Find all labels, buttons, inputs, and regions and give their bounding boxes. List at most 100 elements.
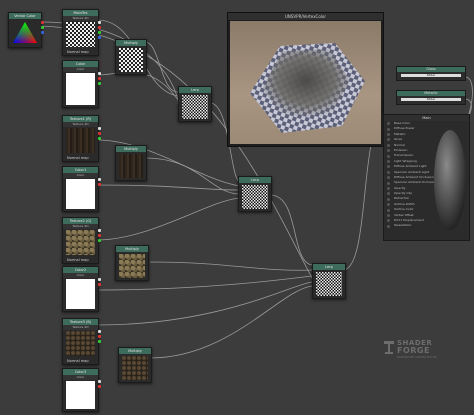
input-socket[interactable] [387, 208, 390, 212]
input-socket[interactable] [387, 192, 390, 196]
metallic-property-node[interactable]: Metallic Slider [396, 90, 466, 105]
output-socket[interactable] [41, 26, 44, 29]
input-socket[interactable] [387, 219, 390, 223]
color-g-node[interactable]: Color2 Color [62, 266, 101, 312]
main-input-label: Refraction [394, 196, 410, 201]
node-subtitle: Texture 2D [63, 325, 98, 330]
output-socket[interactable] [98, 72, 101, 75]
input-socket[interactable] [387, 203, 390, 207]
main-input-label: Emission [394, 147, 408, 152]
output-socket[interactable] [98, 132, 101, 135]
input-socket[interactable] [387, 133, 390, 137]
color-swatch[interactable] [66, 179, 95, 209]
input-socket[interactable] [387, 154, 390, 158]
main-input-label: Opacity Clip [394, 191, 413, 196]
preview-panel[interactable]: UNSVPR/VertexColor [227, 12, 384, 147]
output-socket[interactable] [98, 385, 101, 388]
color-swatch[interactable] [66, 279, 95, 309]
texture-g-node[interactable]: Texture2 (G) Texture 2D Normal map [62, 217, 101, 264]
multiply-node[interactable]: Multiply [115, 39, 147, 75]
main-output-node[interactable]: Main Base Color Diffuse Power Metallic Glos… [383, 114, 470, 241]
node-subtitle: Color [63, 67, 98, 72]
output-socket[interactable] [98, 239, 101, 242]
output-socket[interactable] [98, 77, 101, 80]
output-socket[interactable] [98, 340, 101, 343]
multiply-node[interactable]: Multiply [118, 347, 152, 383]
normal-map-label[interactable]: Normal map [67, 359, 89, 363]
main-input-label: Gloss [394, 137, 403, 142]
input-socket[interactable] [387, 213, 390, 217]
normal-map-label[interactable]: Normal map [67, 50, 89, 54]
preview-viewport[interactable] [230, 21, 381, 144]
node-title: Multiply [116, 246, 148, 252]
input-socket[interactable] [387, 127, 390, 131]
output-socket[interactable] [98, 229, 101, 232]
output-socket[interactable] [98, 127, 101, 130]
input-socket[interactable] [387, 176, 390, 180]
multiply-node[interactable]: Multiply [115, 145, 147, 181]
node-preview [119, 154, 143, 178]
main-input-label: Normal [394, 142, 405, 147]
lerp-node[interactable]: Lerp [312, 263, 346, 299]
node-title: Lerp [239, 177, 271, 183]
color-node[interactable]: Color Color [62, 60, 101, 108]
preview-title: UNSVPR/VertexColor [228, 13, 383, 20]
vertex-color-node[interactable]: Vector Color [8, 12, 44, 48]
normal-map-label[interactable]: Normal map [67, 156, 89, 160]
main-input-label: Diffuse Ambient Occlusion [394, 174, 434, 179]
output-socket[interactable] [98, 137, 101, 140]
normal-map-label[interactable]: Normal map [67, 258, 89, 262]
color-r-node[interactable]: Color1 Color [62, 166, 101, 212]
node-preview [119, 48, 143, 72]
output-socket[interactable] [98, 21, 101, 24]
color-swatch[interactable] [66, 381, 95, 409]
output-socket[interactable] [98, 26, 101, 29]
logo-line2: FORGE [397, 346, 430, 355]
input-socket[interactable] [387, 186, 390, 190]
input-socket[interactable] [387, 122, 390, 126]
output-socket[interactable] [98, 31, 101, 34]
output-socket[interactable] [41, 21, 44, 24]
texture-b-node[interactable]: Texture3 (B) Texture 2D Normal map [62, 318, 101, 365]
input-socket[interactable] [387, 138, 390, 142]
color-b-node[interactable]: Color3 Color [62, 368, 101, 412]
node-subtitle: Texture 2D [63, 122, 98, 127]
output-socket[interactable] [98, 278, 101, 281]
gloss-property-node[interactable]: Gloss Slider [396, 66, 466, 81]
output-socket[interactable] [98, 82, 101, 85]
output-socket[interactable] [98, 36, 101, 39]
output-socket[interactable] [98, 183, 101, 186]
output-socket[interactable] [98, 283, 101, 286]
node-preview [316, 272, 342, 296]
output-socket[interactable] [41, 31, 44, 34]
input-socket[interactable] [387, 160, 390, 164]
output-socket[interactable] [98, 335, 101, 338]
lerp-node[interactable]: Lerp [178, 86, 212, 122]
input-socket[interactable] [387, 149, 390, 153]
texture-r-node[interactable]: Texture1 (R) Texture 2D Normal map [62, 115, 101, 162]
main-input-label: Vertex Offset [394, 212, 414, 217]
input-socket[interactable] [387, 143, 390, 147]
input-socket[interactable] [387, 165, 390, 169]
color-swatch[interactable] [66, 73, 95, 105]
node-subtitle: Texture 2D [63, 224, 98, 229]
input-socket[interactable] [387, 170, 390, 174]
input-socket[interactable] [387, 181, 390, 185]
output-socket[interactable] [98, 178, 101, 181]
main-tex-node[interactable]: MainTex Texture 2D Normal map [62, 9, 101, 56]
output-socket[interactable] [98, 234, 101, 237]
main-input-label: Diffuse Power [394, 126, 415, 131]
node-title: Gloss [397, 67, 465, 72]
node-subtitle: Color [63, 375, 98, 380]
input-socket[interactable] [387, 197, 390, 201]
gloss-slider[interactable]: Slider [401, 74, 461, 77]
preview-mesh [250, 43, 365, 133]
input-socket[interactable] [387, 224, 390, 228]
multiply-node[interactable]: Multiply [115, 245, 149, 281]
output-socket[interactable] [98, 380, 101, 383]
output-socket[interactable] [98, 330, 101, 333]
metallic-slider[interactable]: Slider [401, 98, 461, 101]
main-input-label: DX11 Displacement [394, 218, 424, 223]
lerp-node[interactable]: Lerp [238, 176, 272, 212]
node-canvas[interactable]: Vector Color MainTex Texture 2D Normal m… [0, 0, 474, 415]
